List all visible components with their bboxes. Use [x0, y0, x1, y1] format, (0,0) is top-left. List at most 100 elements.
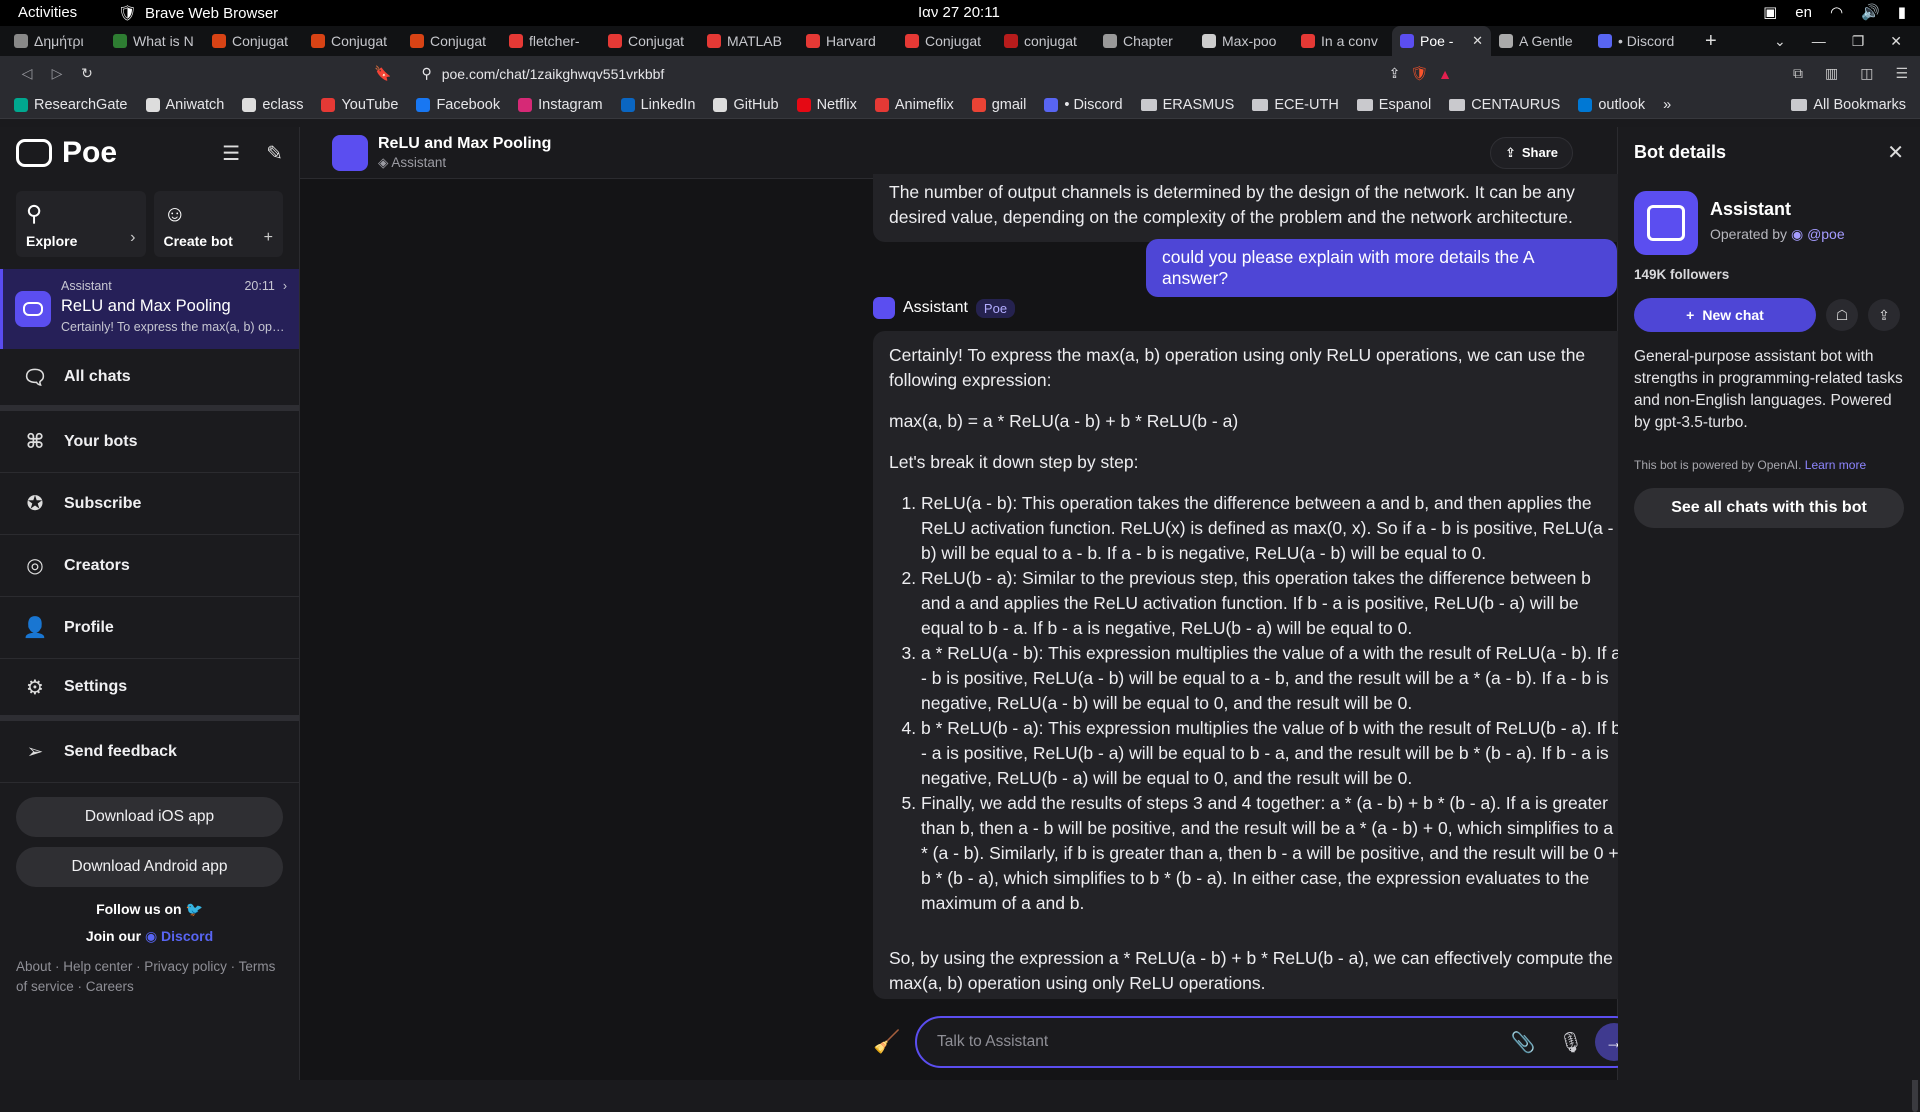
sidebar-item-your-bots[interactable]: ⌘ Your bots	[0, 411, 299, 473]
brave-shields-icon[interactable]: 🛡	[1410, 65, 1428, 82]
bookmark-item[interactable]: LinkedIn	[620, 97, 695, 113]
bookmark-item[interactable]: Instagram	[518, 97, 603, 113]
tab-1[interactable]: What is N	[105, 26, 204, 56]
share-bot-icon[interactable]: ⇪	[1868, 299, 1900, 331]
hamburger-icon[interactable]: ☰	[222, 141, 240, 166]
share-url-icon[interactable]: ⇪	[1389, 65, 1401, 82]
site-info-icon[interactable]: ⚲	[421, 65, 431, 82]
message-field[interactable]: 📎 🎙 →	[915, 1016, 1641, 1068]
sidebar-toggle-icon[interactable]: ▥	[1825, 65, 1838, 82]
bookmark-item[interactable]: YouTube	[321, 97, 398, 113]
language-indicator[interactable]: en	[1795, 4, 1812, 21]
create-bot-button[interactable]: ☺ Create bot +	[153, 191, 283, 257]
bookmark-item[interactable]: CENTAURUS	[1449, 97, 1560, 113]
tab-7[interactable]: MATLAB	[699, 26, 798, 56]
bookmark-icon[interactable]: 🔖	[374, 65, 391, 82]
bookmark-item[interactable]: Facebook	[416, 97, 500, 113]
bookmark-item[interactable]: GitHub	[713, 97, 779, 113]
tab-12[interactable]: Max-poo	[1194, 26, 1293, 56]
download-ios-button[interactable]: Download iOS app	[16, 797, 283, 837]
bookmark-item[interactable]: ERASMUS	[1140, 97, 1234, 113]
learn-more-link[interactable]: Learn more	[1805, 458, 1866, 472]
microphone-icon[interactable]: 🎙	[1547, 1030, 1595, 1055]
attach-icon[interactable]: 📎	[1499, 1030, 1547, 1055]
clear-context-icon[interactable]: 🧹	[873, 1029, 915, 1055]
restore-icon[interactable]: ❐	[1852, 33, 1865, 50]
app-menu[interactable]: 🛡 Brave Web Browser	[118, 4, 278, 23]
see-all-chats-button[interactable]: See all chats with this bot	[1634, 488, 1904, 528]
wallet-icon[interactable]: ◫	[1860, 65, 1873, 82]
sidebar-item-send-feedback[interactable]: ➢ Send feedback	[0, 721, 299, 783]
share-button[interactable]: ⇪ Share	[1489, 136, 1573, 169]
tab-0[interactable]: Δημήτρι	[6, 26, 105, 56]
tab-13[interactable]: In a conv	[1293, 26, 1392, 56]
sidebar-item-all-chats[interactable]: 🗨 All chats	[0, 349, 299, 411]
url-field[interactable]: 🔖 ⚲ poe.com/chat/1zaikghwqv551vrkbbf ⇪ 🛡…	[374, 60, 1464, 88]
tab-3[interactable]: Conjugat	[303, 26, 402, 56]
bookmarks-overflow[interactable]: »	[1663, 97, 1671, 113]
assistant-avatar[interactable]	[332, 134, 368, 171]
close-tab-icon[interactable]: ✕	[1472, 33, 1483, 49]
current-chat-item[interactable]: Assistant 20:11 › ReLU and Max Pooling C…	[0, 269, 299, 349]
bookmark-item[interactable]: eclass	[242, 97, 303, 113]
tab-label: Conjugat	[430, 33, 487, 49]
join-discord-link[interactable]: Join our ◉ Discord	[0, 928, 299, 945]
bookmark-item[interactable]: Espanol	[1356, 97, 1431, 113]
message-input[interactable]	[937, 1033, 1499, 1051]
sidebar-item-settings[interactable]: ⚙ Settings	[0, 659, 299, 721]
details-title: Bot details	[1634, 141, 1727, 162]
bookmark-item[interactable]: outlook	[1578, 97, 1645, 113]
tab-11[interactable]: Chapter	[1095, 26, 1194, 56]
tab-5[interactable]: fletcher-	[501, 26, 600, 56]
poe-logo[interactable]: Poe	[16, 136, 117, 170]
download-android-button[interactable]: Download Android app	[16, 847, 283, 887]
footer-links[interactable]: About · Help center · Privacy policy · T…	[0, 945, 299, 1009]
menu-icon[interactable]: ☰	[1895, 65, 1908, 82]
bookmark-item[interactable]: Animeflix	[874, 97, 954, 113]
tab-15[interactable]: A Gentle	[1491, 26, 1590, 56]
new-chat-icon[interactable]: ✎	[266, 141, 283, 166]
activities-button[interactable]: Activities	[18, 4, 77, 21]
sidebar-item-subscribe[interactable]: ✪ Subscribe	[0, 473, 299, 535]
assistant-avatar[interactable]	[873, 297, 895, 319]
follow-twitter-link[interactable]: Follow us on 🐦	[0, 901, 299, 918]
back-icon[interactable]: ◁	[12, 65, 42, 82]
sidebar-item-label: Subscribe	[64, 494, 142, 512]
tab-6[interactable]: Conjugat	[600, 26, 699, 56]
bot-name[interactable]: Assistant	[903, 299, 968, 317]
clipboard-icon[interactable]: ▣	[1763, 3, 1777, 21]
chat-subtitle[interactable]: ◈ Assistant	[378, 155, 551, 171]
operator-link[interactable]: ◉ @poe	[1791, 226, 1845, 242]
tab-10[interactable]: conjugat	[996, 26, 1095, 56]
tab-16[interactable]: • Discord	[1590, 26, 1689, 56]
new-tab-button[interactable]: +	[1689, 30, 1733, 53]
tab-2[interactable]: Conjugat	[204, 26, 303, 56]
bookmark-item[interactable]: ResearchGate	[14, 97, 128, 113]
reload-icon[interactable]: ↻	[72, 65, 102, 82]
sidebar-item-creators[interactable]: ◎ Creators	[0, 535, 299, 597]
bookmark-item[interactable]: gmail	[971, 97, 1026, 113]
tab-4[interactable]: Conjugat	[402, 26, 501, 56]
explore-button[interactable]: ⚲ Explore ›	[16, 191, 146, 257]
clock[interactable]: Ιαν 27 20:11	[918, 4, 1000, 21]
bookmark-item[interactable]: • Discord	[1044, 97, 1123, 113]
system-tray[interactable]: ▣ en ◠ 🔊 ▮	[1763, 3, 1906, 22]
close-window-icon[interactable]: ✕	[1890, 33, 1902, 50]
tab-8[interactable]: Harvard	[798, 26, 897, 56]
forward-icon[interactable]: ▷	[42, 65, 72, 82]
tab-search-icon[interactable]: ⌄	[1774, 33, 1786, 50]
bot-info-icon[interactable]: ☖	[1826, 299, 1858, 331]
new-chat-button[interactable]: + New chat	[1634, 298, 1816, 332]
all-bookmarks[interactable]: All Bookmarks	[1791, 97, 1906, 113]
brave-rewards-icon[interactable]: ▲	[1438, 66, 1452, 82]
minimize-icon[interactable]: —	[1812, 33, 1826, 50]
bookmark-item[interactable]: Aniwatch	[145, 97, 224, 113]
tab-9[interactable]: Conjugat	[897, 26, 996, 56]
bookmark-item[interactable]: ECE-UTH	[1252, 97, 1339, 113]
sidebar-item-profile[interactable]: 👤 Profile	[0, 597, 299, 659]
tab-label: Conjugat	[925, 33, 982, 49]
bookmark-item[interactable]: Netflix	[796, 97, 857, 113]
tab-14[interactable]: Poe - ✕	[1392, 26, 1491, 56]
extensions-icon[interactable]: ⧉	[1793, 65, 1803, 82]
close-icon[interactable]: ✕	[1887, 140, 1904, 165]
